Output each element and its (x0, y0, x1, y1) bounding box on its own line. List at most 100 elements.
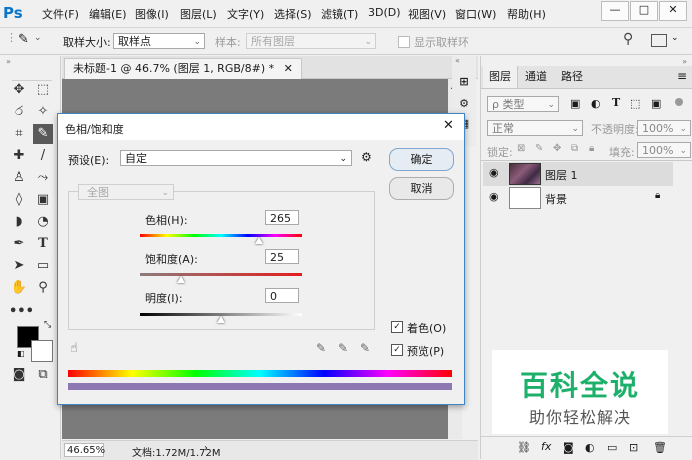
menu-window[interactable]: 窗口(W) (455, 6, 496, 22)
opacity-field[interactable]: 100% ⌄ (637, 120, 691, 136)
preset-select[interactable]: 自定 ⌄ (120, 150, 352, 166)
search-icon[interactable]: ⚲ (623, 31, 633, 47)
tab-paths[interactable]: 路径 (555, 66, 589, 88)
status-arrow-icon[interactable]: › (204, 443, 208, 454)
lasso-tool-icon[interactable]: ර (9, 102, 29, 122)
adjustment-filter-icon[interactable]: ◐ (591, 97, 601, 110)
history-brush-tool-icon[interactable]: ⤳ (33, 168, 53, 188)
menu-file[interactable]: 文件(F) (42, 6, 79, 22)
maximize-button[interactable]: □ (630, 1, 658, 21)
blur-tool-icon[interactable]: ◗ (9, 212, 29, 232)
lightness-slider-thumb[interactable] (217, 316, 225, 323)
close-window-button[interactable]: ✕ (659, 1, 687, 21)
zoom-tool-icon[interactable]: ⚲ (33, 278, 53, 298)
zoom-level-field[interactable]: 46.65% (64, 443, 105, 457)
magic-wand-tool-icon[interactable]: ✧ (33, 102, 53, 122)
add-mask-icon[interactable]: ◙ (563, 441, 574, 454)
image-filter-icon[interactable]: ▣ (570, 97, 580, 110)
hand-tool-icon[interactable]: ✋ (9, 278, 29, 298)
brush-tool-icon[interactable]: / (33, 146, 53, 166)
adjustment-layer-icon[interactable]: ◐ (585, 441, 595, 454)
layer-row[interactable]: ◉ 图层 1 (483, 162, 673, 186)
lightness-input[interactable]: 0 (265, 288, 299, 303)
preview-checkbox[interactable]: ✓ (391, 344, 403, 356)
visibility-eye-icon[interactable]: ◉ (489, 190, 499, 203)
gradient-tool-icon[interactable]: ▣ (33, 190, 53, 210)
eraser-tool-icon[interactable]: ◊ (9, 190, 29, 210)
cancel-button[interactable]: 取消 (389, 177, 454, 200)
new-layer-icon[interactable]: ⊡ (629, 441, 638, 454)
layer-name[interactable]: 图层 1 (545, 167, 578, 183)
tab-channels[interactable]: 通道 (519, 66, 553, 88)
saturation-slider-track[interactable] (140, 273, 302, 276)
collapse-icon[interactable]: » (6, 57, 11, 66)
menu-select[interactable]: 选择(S) (274, 6, 312, 22)
type-tool-icon[interactable]: T (33, 234, 53, 254)
menu-3d[interactable]: 3D(D) (368, 6, 401, 19)
menu-image[interactable]: 图像(I) (135, 6, 169, 22)
menu-view[interactable]: 视图(V) (408, 6, 446, 22)
background-color-swatch[interactable] (31, 340, 53, 362)
default-colors-icon[interactable]: ◧ (17, 349, 25, 358)
new-group-icon[interactable]: ▭ (607, 441, 617, 454)
hue-input[interactable]: 265 (265, 210, 299, 225)
targeted-adjustment-hand-icon[interactable]: ☝ (70, 341, 78, 356)
close-tab-icon[interactable]: ✕ (284, 62, 293, 75)
collapse-icon[interactable]: » (682, 57, 687, 66)
marquee-tool-icon[interactable]: ⬚ (33, 80, 53, 100)
screen-mode-icon[interactable]: ⧉ (33, 365, 53, 385)
menu-type[interactable]: 文字(Y) (227, 6, 264, 22)
lock-all-icon[interactable]: 🔒︎ (589, 143, 594, 154)
crop-tool-icon[interactable]: ⌗ (9, 124, 29, 144)
move-tool-icon[interactable]: ✥ (9, 80, 29, 100)
menu-layer[interactable]: 图层(L) (180, 6, 217, 22)
hue-slider-track[interactable] (140, 234, 302, 237)
sample-size-select[interactable]: 取样点 ⌄ (113, 33, 205, 49)
menu-filter[interactable]: 滤镜(T) (321, 6, 358, 22)
type-filter-icon[interactable]: T (612, 96, 620, 109)
ok-button[interactable]: 确定 (389, 148, 454, 171)
lock-image-icon[interactable]: ✎ (535, 143, 543, 154)
collapse-icon[interactable]: « (455, 56, 460, 65)
lock-position-icon[interactable]: ✥ (553, 143, 561, 154)
layer-name[interactable]: 背景 (545, 191, 567, 207)
hue-slider-thumb[interactable] (255, 237, 264, 244)
pen-tool-icon[interactable]: ✒ (9, 234, 29, 254)
fill-field[interactable]: 100% ⌄ (637, 142, 691, 158)
dialog-close-icon[interactable]: ✕ (443, 118, 454, 133)
saturation-slider-thumb[interactable] (176, 276, 185, 283)
document-tab[interactable]: 未标题-1 @ 46.7% (图层 1, RGB/8#) * ✕ (64, 58, 302, 79)
colorize-checkbox[interactable]: ✓ (391, 321, 403, 333)
lock-transparent-icon[interactable]: ⊠ (517, 143, 525, 154)
visibility-eye-icon[interactable]: ◉ (489, 166, 499, 179)
layer-kind-filter[interactable]: ρ 类型 ⌄ (487, 96, 559, 112)
history-panel-icon[interactable]: ⊞ (456, 75, 472, 91)
filter-toggle-icon[interactable] (675, 98, 683, 106)
clone-stamp-tool-icon[interactable]: ♙ (9, 168, 29, 188)
shape-filter-icon[interactable]: ⬚ (630, 97, 640, 110)
layer-row[interactable]: ◉ 背景 🔒︎ (483, 186, 673, 210)
swap-colors-icon[interactable]: ⤡ (44, 320, 51, 330)
subtract-from-sample-eyedropper-icon[interactable]: ✎ (360, 341, 370, 355)
more-tools-icon[interactable]: ••• (9, 302, 34, 322)
properties-panel-icon[interactable]: ⚙ (456, 97, 472, 113)
tab-layers[interactable]: 图层 (483, 66, 518, 88)
healing-brush-tool-icon[interactable]: ✚ (9, 146, 29, 166)
menu-help[interactable]: 帮助(H) (507, 6, 546, 22)
preset-options-gear-icon[interactable]: ⚙ (361, 150, 372, 164)
eyedropper-icon[interactable]: ✎ (316, 341, 326, 355)
minimize-button[interactable]: — (601, 1, 629, 21)
panel-menu-icon[interactable]: ≡ (677, 69, 687, 83)
smart-object-filter-icon[interactable]: ▣ (651, 97, 661, 110)
lock-artboard-icon[interactable]: ⧉ (571, 143, 578, 154)
link-layers-icon[interactable]: ⛓ (517, 441, 531, 454)
delete-layer-icon[interactable]: 🗑︎ (653, 441, 667, 454)
tool-preset-chevron-icon[interactable]: ⌄ (34, 33, 42, 43)
show-ring-checkbox[interactable] (398, 36, 410, 48)
path-selection-tool-icon[interactable]: ➤ (9, 256, 29, 276)
rectangle-tool-icon[interactable]: ▭ (33, 256, 53, 276)
eyedropper-tool-icon[interactable]: ✎ (33, 124, 53, 144)
quick-mask-icon[interactable]: ◙ (9, 365, 29, 385)
blend-mode-select[interactable]: 正常 ⌄ (487, 120, 583, 136)
dodge-tool-icon[interactable]: ◔ (33, 212, 53, 232)
